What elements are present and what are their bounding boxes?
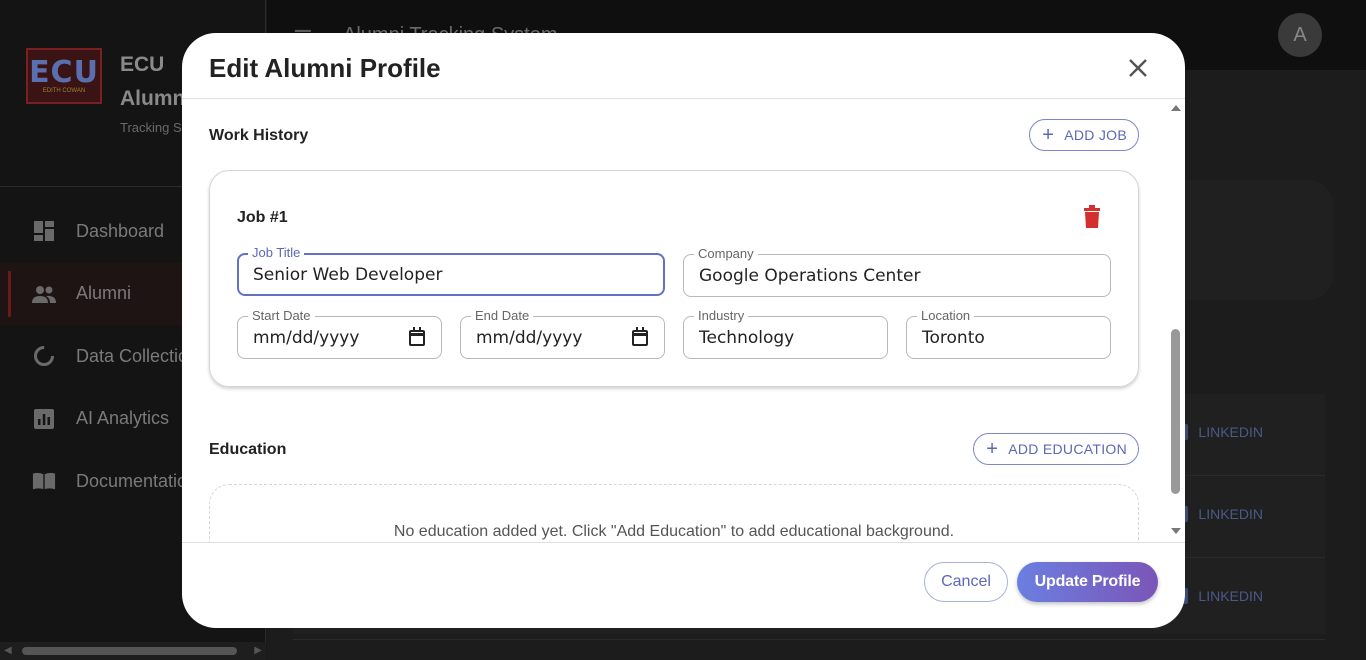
update-profile-button[interactable]: Update Profile [1017, 562, 1158, 602]
company-field[interactable]: Company Google Operations Center [683, 247, 1111, 297]
plus-icon: + [1042, 124, 1055, 146]
education-header: Education + ADD EDUCATION [209, 433, 1139, 467]
book-icon [32, 469, 56, 493]
linkedin-label: LINKEDIN [1198, 588, 1263, 604]
horizontal-scrollbar[interactable]: ◀ ▶ [0, 642, 266, 660]
modal-header: Edit Alumni Profile [182, 33, 1185, 99]
linkedin-label: LINKEDIN [1198, 424, 1263, 440]
scrollbar-thumb[interactable] [22, 647, 237, 655]
end-date-field[interactable]: End Date mm/dd/yyyy [460, 309, 665, 359]
edit-profile-modal: Edit Alumni Profile Work History + ADD J… [182, 33, 1185, 628]
scroll-left-icon[interactable]: ◀ [4, 645, 12, 656]
logo-text: ECU [29, 55, 99, 90]
job-heading: Job #1 [237, 209, 288, 226]
calendar-icon[interactable] [632, 327, 648, 346]
location-label: Location [917, 309, 975, 323]
calendar-icon[interactable] [409, 327, 425, 346]
plus-icon: + [986, 438, 999, 460]
modal-body: Work History + ADD JOB Job #1 Job Title … [182, 99, 1185, 542]
start-date-label: Start Date [248, 309, 315, 323]
cancel-button[interactable]: Cancel [924, 562, 1008, 602]
job-title-field[interactable]: Job Title Senior Web Developer [237, 246, 665, 296]
location-field[interactable]: Location Toronto [906, 309, 1111, 359]
linkedin-label: LINKEDIN [1198, 506, 1263, 522]
sidebar-item-label: Data Collection [76, 345, 199, 366]
start-date-value: mm/dd/yyyy [253, 328, 360, 348]
add-education-label: ADD EDUCATION [1008, 441, 1127, 457]
work-history-header: Work History + ADD JOB [209, 119, 1139, 153]
education-title: Education [209, 441, 287, 458]
end-date-label: End Date [471, 309, 534, 323]
sidebar-item-label: Dashboard [76, 220, 165, 241]
start-date-field[interactable]: Start Date mm/dd/yyyy [237, 309, 442, 359]
sidebar-item-label: Alumni [76, 283, 132, 304]
scrollbar-thumb[interactable] [1171, 329, 1180, 494]
add-job-label: ADD JOB [1064, 127, 1127, 143]
trash-icon [1084, 205, 1100, 228]
avatar[interactable]: A [1278, 13, 1322, 57]
logo-subtext: EDITH COWAN [42, 88, 86, 94]
company-label: Company [694, 247, 758, 261]
sidebar-item-label: Documentation [76, 470, 198, 491]
industry-label: Industry [694, 309, 749, 323]
scroll-up-icon[interactable] [1171, 105, 1181, 111]
work-history-title: Work History [209, 127, 309, 144]
delete-job-button[interactable] [1082, 205, 1102, 229]
job-title-value: Senior Web Developer [253, 265, 443, 285]
industry-value: Technology [699, 328, 795, 348]
company-value: Google Operations Center [699, 266, 921, 286]
people-icon [32, 282, 56, 306]
add-job-button[interactable]: + ADD JOB [1029, 119, 1139, 151]
job-card: Job #1 Job Title Senior Web Developer Co… [209, 170, 1139, 387]
scroll-right-icon[interactable]: ▶ [254, 645, 262, 656]
modal-title: Edit Alumni Profile [209, 53, 441, 83]
analytics-icon [32, 407, 56, 431]
location-value: Toronto [922, 328, 985, 348]
education-empty-message: No education added yet. Click "Add Educa… [393, 523, 955, 540]
job-title-label: Job Title [248, 246, 305, 260]
modal-scrollbar[interactable] [1168, 99, 1182, 542]
end-date-value: mm/dd/yyyy [476, 328, 583, 348]
ecu-logo: ECU EDITH COWAN [26, 48, 102, 104]
scroll-down-icon[interactable] [1171, 528, 1181, 534]
linkedin-link[interactable]: inLINKEDIN [1172, 506, 1263, 522]
sidebar-item-label: AI Analytics [76, 408, 170, 429]
industry-field[interactable]: Industry Technology [683, 309, 888, 359]
close-button[interactable] [1127, 57, 1149, 79]
dashboard-icon [32, 219, 56, 243]
modal-footer: Cancel Update Profile [182, 542, 1185, 628]
add-education-button[interactable]: + ADD EDUCATION [973, 433, 1139, 465]
close-icon [1129, 59, 1147, 77]
linkedin-link[interactable]: inLINKEDIN [1172, 588, 1263, 604]
education-empty-state: No education added yet. Click "Add Educa… [209, 484, 1139, 542]
data-collection-icon [32, 344, 56, 368]
linkedin-link[interactable]: inLINKEDIN [1172, 424, 1263, 440]
